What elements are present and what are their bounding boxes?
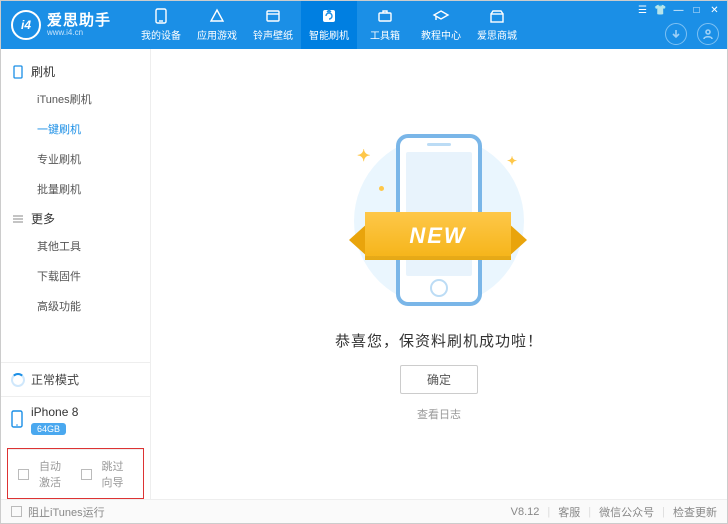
user-button[interactable]	[697, 23, 719, 45]
sidebar-item-download-firmware[interactable]: 下载固件	[1, 261, 150, 291]
toolbox-icon	[376, 8, 394, 24]
device-info[interactable]: iPhone 8 64GB	[1, 396, 150, 445]
sidebar-section-flash: 刷机	[1, 57, 150, 84]
device-phone-icon	[11, 410, 23, 433]
sidebar-item-other-tools[interactable]: 其他工具	[1, 231, 150, 261]
dot-icon	[379, 186, 384, 191]
content-area: ✦ ✦ NEW 恭喜您，保资料刷机成功啦！ 确定 查看日志	[151, 49, 727, 499]
auto-activate-checkbox[interactable]	[18, 469, 29, 480]
device-storage-badge: 64GB	[31, 423, 66, 435]
maximize-button[interactable]: □	[690, 4, 703, 17]
nav-my-device[interactable]: 我的设备	[133, 1, 189, 49]
success-message: 恭喜您，保资料刷机成功啦！	[335, 330, 543, 351]
brand-site: www.i4.cn	[47, 29, 111, 37]
skip-guide-label: 跳过向导	[102, 458, 134, 490]
stop-itunes-checkbox[interactable]	[11, 506, 22, 517]
sidebar: 刷机 iTunes刷机 一键刷机 专业刷机 批量刷机 更多 其他工具 下载固件 …	[1, 49, 151, 499]
titlebar: i4 爱思助手 www.i4.cn 我的设备 应用游戏 铃声壁纸 智能刷机	[1, 1, 727, 49]
new-ribbon: NEW	[349, 212, 527, 260]
support-link[interactable]: 客服	[558, 504, 580, 520]
nav-tutorial[interactable]: 教程中心	[413, 1, 469, 49]
statusbar: 阻止iTunes运行 V8.12 | 客服 | 微信公众号 | 检查更新	[1, 499, 727, 523]
body: 刷机 iTunes刷机 一键刷机 专业刷机 批量刷机 更多 其他工具 下载固件 …	[1, 49, 727, 499]
brand-logo: i4 爱思助手 www.i4.cn	[11, 10, 111, 40]
sidebar-item-pro-flash[interactable]: 专业刷机	[1, 144, 150, 174]
menu-lines-icon	[11, 212, 25, 226]
nav-ringtones[interactable]: 铃声壁纸	[245, 1, 301, 49]
auto-activate-label: 自动激活	[39, 458, 71, 490]
shop-icon	[488, 8, 506, 24]
highlight-box: 自动激活 跳过向导	[7, 448, 144, 499]
sidebar-item-batch-flash[interactable]: 批量刷机	[1, 174, 150, 204]
phone-outline-icon	[11, 65, 25, 79]
nav-mall[interactable]: 爱思商城	[469, 1, 525, 49]
skin-icon[interactable]: 👕	[654, 4, 667, 17]
skip-guide-checkbox[interactable]	[81, 469, 92, 480]
success-illustration: ✦ ✦ NEW	[339, 126, 539, 316]
update-link[interactable]: 检查更新	[673, 504, 717, 520]
phone-icon	[152, 8, 170, 24]
apps-icon	[208, 8, 226, 24]
confirm-button[interactable]: 确定	[400, 365, 478, 394]
sidebar-section-more: 更多	[1, 204, 150, 231]
sidebar-item-itunes-flash[interactable]: iTunes刷机	[1, 84, 150, 114]
flash-icon	[320, 8, 338, 24]
view-log-link[interactable]: 查看日志	[417, 406, 461, 422]
brand-name: 爱思助手	[47, 13, 111, 29]
logo-badge: i4	[11, 10, 41, 40]
menu-icon[interactable]: ☰	[636, 4, 649, 17]
graduation-icon	[432, 8, 450, 24]
close-button[interactable]: ✕	[708, 4, 721, 17]
sidebar-item-advanced[interactable]: 高级功能	[1, 291, 150, 321]
download-button[interactable]	[665, 23, 687, 45]
sparkle-icon: ✦	[357, 146, 370, 166]
nav-apps[interactable]: 应用游戏	[189, 1, 245, 49]
sparkle-icon: ✦	[507, 154, 517, 168]
device-mode[interactable]: 正常模式	[1, 362, 150, 396]
spinner-icon	[11, 373, 25, 387]
sidebar-item-onekey-flash[interactable]: 一键刷机	[1, 114, 150, 144]
app-window: i4 爱思助手 www.i4.cn 我的设备 应用游戏 铃声壁纸 智能刷机	[0, 0, 728, 524]
title-side-actions	[665, 23, 719, 45]
minimize-button[interactable]: —	[672, 4, 685, 17]
nav-flash[interactable]: 智能刷机	[301, 1, 357, 49]
wechat-link[interactable]: 微信公众号	[599, 504, 654, 520]
music-icon	[264, 8, 282, 24]
main-nav: 我的设备 应用游戏 铃声壁纸 智能刷机 工具箱 教程中心	[133, 1, 525, 49]
nav-toolbox[interactable]: 工具箱	[357, 1, 413, 49]
version-label: V8.12	[511, 506, 540, 518]
stop-itunes-label: 阻止iTunes运行	[28, 504, 105, 520]
window-controls: ☰ 👕 — □ ✕	[636, 4, 721, 17]
device-name: iPhone 8	[31, 405, 78, 419]
